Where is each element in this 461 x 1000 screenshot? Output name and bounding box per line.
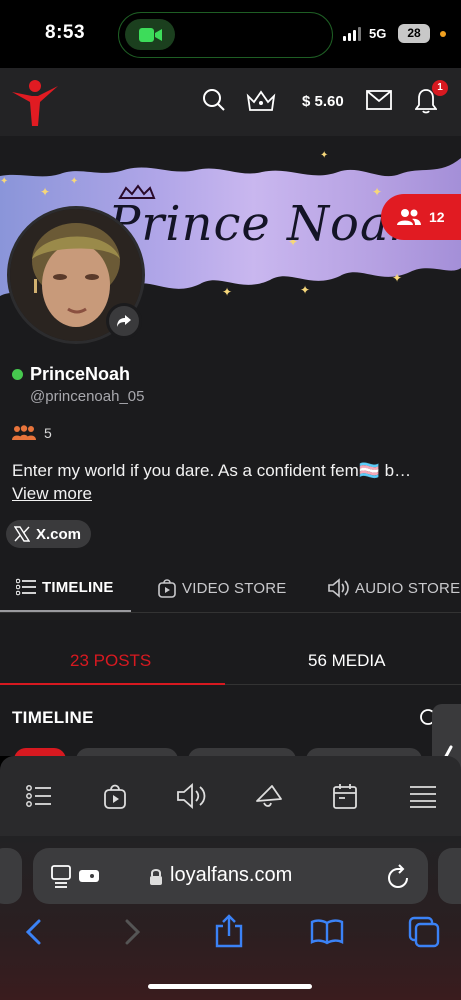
wallet-balance[interactable]: $ 5.60 <box>302 93 344 110</box>
battery-icon: 28 <box>398 24 430 43</box>
forward-icon[interactable] <box>124 918 142 946</box>
privacy-dot <box>440 31 446 37</box>
list-icon[interactable] <box>26 783 52 809</box>
speaker-icon <box>328 578 349 598</box>
share-icon[interactable] <box>214 914 244 948</box>
followers-button[interactable]: 12 <box>381 194 461 240</box>
fans-icon <box>12 425 36 440</box>
loyalfans-logo-icon[interactable] <box>10 78 60 128</box>
fans-count-row: 5 <box>12 425 52 441</box>
signal-icon <box>343 27 361 41</box>
video-camera-icon <box>139 28 162 42</box>
tab-video-store[interactable]: VIDEO STORE <box>158 578 286 598</box>
home-indicator <box>148 984 312 989</box>
svg-text:✦: ✦ <box>300 283 310 297</box>
app-header: $ 5.60 1 <box>0 68 461 136</box>
reader-mode-icon[interactable] <box>51 864 103 888</box>
svg-text:✦: ✦ <box>0 176 8 187</box>
lock-icon <box>150 869 162 885</box>
video-store-icon <box>158 579 176 598</box>
previous-tab-preview[interactable] <box>0 848 22 904</box>
facetime-indicator <box>125 19 175 50</box>
bottom-nav <box>0 756 461 836</box>
tab-audio-store-label: AUDIO STORE <box>355 579 461 597</box>
tab-video-store-label: VIDEO STORE <box>182 579 287 597</box>
svg-text:✦: ✦ <box>320 150 328 161</box>
bookmarks-icon[interactable] <box>310 918 344 946</box>
tab-timeline-label: TIMELINE <box>42 578 114 596</box>
back-icon[interactable] <box>24 918 42 946</box>
status-time: 8:53 <box>45 22 86 43</box>
mail-icon[interactable] <box>366 90 392 110</box>
status-bar: 8:53 5G 28 <box>0 0 461 68</box>
tab-posts[interactable]: 23 POSTS <box>70 651 151 671</box>
dynamic-island <box>118 12 333 58</box>
view-more-link[interactable]: View more <box>12 484 92 504</box>
next-tab-preview[interactable] <box>438 848 461 904</box>
tab-timeline[interactable]: TIMELINE <box>16 578 114 596</box>
menu-icon[interactable] <box>408 783 436 809</box>
posts-media-tabs: 23 POSTS 56 MEDIA <box>0 646 461 686</box>
svg-text:✦: ✦ <box>70 176 78 187</box>
share-arrow-icon <box>117 315 131 327</box>
share-profile-button[interactable] <box>106 303 142 339</box>
tabs-divider <box>0 612 461 613</box>
active-sub-tab-indicator <box>0 683 225 685</box>
followers-count: 12 <box>429 209 445 225</box>
online-status-dot <box>12 369 23 380</box>
tab-audio-store[interactable]: AUDIO STORE <box>327 578 460 598</box>
network-label: 5G <box>369 26 387 41</box>
username-handle: @princenoah_05 <box>30 388 145 405</box>
users-icon <box>397 209 421 225</box>
svg-text:✦: ✦ <box>392 271 402 285</box>
address-bar[interactable]: loyalfans.com <box>33 848 428 904</box>
reload-icon[interactable] <box>387 863 411 889</box>
tab-media[interactable]: 56 MEDIA <box>308 651 385 671</box>
video-store-icon[interactable] <box>104 783 126 809</box>
banner-title: Prince Noah <box>108 196 422 252</box>
tabs-icon[interactable] <box>408 916 440 948</box>
calendar-icon[interactable] <box>333 783 357 809</box>
svg-text:✦: ✦ <box>222 285 232 299</box>
notification-badge: 1 <box>432 80 448 96</box>
crown-stars-icon[interactable] <box>244 88 278 114</box>
x-social-label: X.com <box>36 525 82 543</box>
svg-text:✦: ✦ <box>40 185 50 199</box>
x-social-link[interactable]: X.com <box>6 520 92 548</box>
profile-section: PrinceNoah @princenoah_05 5 Enter my wor… <box>0 326 461 760</box>
url-text: loyalfans.com <box>170 864 293 886</box>
section-title: TIMELINE <box>12 708 94 727</box>
speaker-icon[interactable] <box>176 783 208 809</box>
profile-bio: Enter my world if you dare. As a confide… <box>12 461 412 480</box>
fans-count: 5 <box>44 425 52 441</box>
search-icon[interactable] <box>202 88 226 112</box>
x-logo-icon <box>14 526 30 542</box>
content-tabs: TIMELINE VIDEO STORE AUDIO STORE <box>0 570 461 614</box>
display-name: PrinceNoah <box>30 364 131 384</box>
megaphone-icon[interactable] <box>254 783 284 809</box>
list-icon <box>16 578 36 596</box>
browser-toolbar: loyalfans.com <box>0 836 461 1000</box>
